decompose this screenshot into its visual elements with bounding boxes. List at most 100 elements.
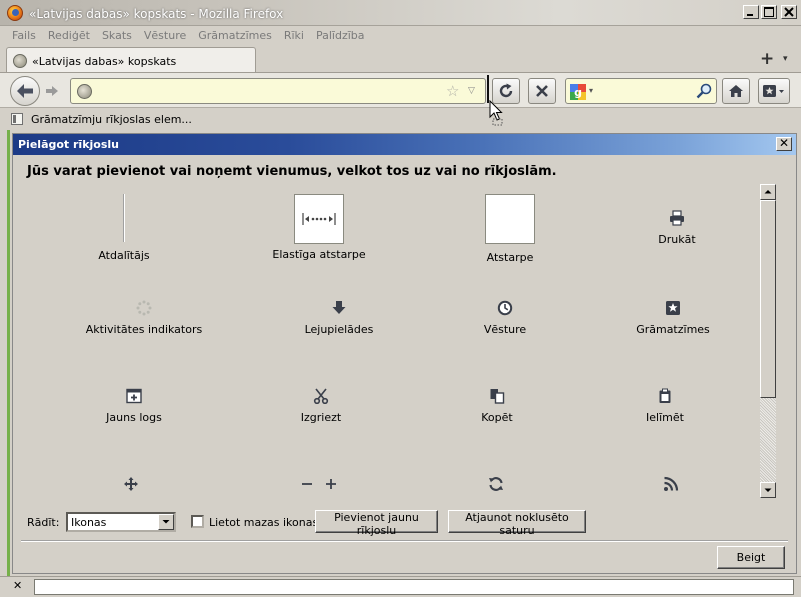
find-bar: ✕ — [0, 576, 801, 597]
findbar-close-button[interactable]: ✕ — [13, 579, 22, 592]
palette-item-bookmarks[interactable]: Grāmatzīmes — [583, 300, 759, 336]
customize-controls: Rādīt: Ikonas Lietot mazas ikonas Pievie… — [13, 510, 796, 537]
maximize-button[interactable] — [761, 5, 777, 19]
sync-icon — [489, 477, 503, 491]
bookmarks-menu-icon — [763, 85, 784, 97]
new-tab-button[interactable]: + — [760, 49, 774, 69]
print-icon — [670, 210, 684, 226]
palette-item-history[interactable]: Vēsture — [415, 300, 595, 336]
copy-icon — [490, 389, 505, 404]
url-bar[interactable]: ☆ ▽ — [70, 78, 486, 104]
palette-item-space[interactable]: Atstarpe — [420, 194, 600, 264]
palette-item-copy[interactable]: Kopēt — [407, 388, 587, 424]
drop-indicator — [487, 75, 489, 103]
palette-scrollbar[interactable] — [760, 184, 776, 498]
bookmarks-toolbar: Grāmatzīmju rīkjoslas elem... — [0, 108, 801, 130]
feed-icon — [664, 476, 679, 491]
palette-item-downloads[interactable]: Lejupielādes — [249, 300, 429, 336]
menubar: Fails Rediģēt Skats Vēsture Grāmatzīmes … — [0, 26, 801, 45]
cut-icon — [313, 388, 329, 404]
tab-list-button[interactable]: ▾ — [783, 54, 788, 64]
restore-defaults-button[interactable]: Atjaunot noklusēto saturu — [448, 510, 586, 537]
svg-text:g: g — [574, 86, 582, 99]
window-title: «Latvijas dabas» kopskats - Mozilla Fire… — [29, 7, 284, 21]
window-titlebar[interactable]: «Latvijas dabas» kopskats - Mozilla Fire… — [0, 0, 801, 26]
back-button[interactable] — [10, 76, 40, 106]
stop-icon — [536, 85, 548, 97]
menu-file[interactable]: Fails — [6, 26, 42, 45]
search-engine-dropdown-icon[interactable]: ▾ — [589, 86, 593, 95]
scroll-down-button[interactable] — [760, 482, 776, 498]
downloads-icon — [332, 301, 346, 314]
palette-item-cut[interactable]: Izgriezt — [231, 388, 411, 424]
dialog-title: Pielāgot rīkjoslu — [18, 138, 119, 151]
done-button[interactable]: Beigt — [717, 546, 785, 569]
forward-button[interactable] — [42, 82, 62, 100]
small-icons-label[interactable]: Lietot mazas ikonas — [209, 516, 318, 529]
stop-button[interactable] — [528, 78, 556, 104]
paste-icon — [659, 388, 671, 403]
find-input[interactable] — [34, 579, 794, 595]
palette-item-print[interactable]: Drukāt — [587, 210, 759, 246]
arrow-up-icon — [764, 190, 772, 194]
show-mode-dropdown-button[interactable] — [158, 514, 174, 530]
url-input[interactable] — [99, 82, 439, 100]
navigation-toolbar: ☆ ▽ g ▾ — [0, 72, 801, 108]
bookmarks-toolbar-items[interactable]: Grāmatzīmju rīkjoslas elem... — [31, 113, 192, 126]
new-window-icon — [126, 388, 142, 404]
menu-edit[interactable]: Rediģēt — [42, 26, 96, 45]
close-icon — [784, 7, 794, 17]
add-toolbar-button[interactable]: Pievienot jaunu rīkjoslu — [315, 510, 438, 537]
history-icon — [497, 300, 513, 316]
tab-strip: «Latvijas dabas» kopskats + ▾ — [0, 45, 801, 73]
palette-item-paste[interactable]: Ielīmēt — [575, 388, 755, 424]
firefox-logo-icon — [7, 5, 23, 21]
menu-history[interactable]: Vēsture — [138, 26, 192, 45]
menu-view[interactable]: Skats — [96, 26, 138, 45]
scroll-thumb[interactable] — [760, 200, 776, 398]
palette-item-feed[interactable] — [581, 476, 759, 499]
scroll-up-button[interactable] — [760, 184, 776, 200]
space-icon — [485, 194, 535, 244]
dialog-close-button[interactable]: ✕ — [776, 137, 792, 151]
palette-item-separator[interactable]: Atdalītājs — [34, 194, 214, 262]
home-button[interactable] — [722, 78, 750, 104]
dialog-titlebar[interactable]: Pielāgot rīkjoslu ✕ — [13, 134, 796, 155]
menu-bookmarks[interactable]: Grāmatzīmes — [192, 26, 278, 45]
google-search-engine-icon[interactable]: g — [570, 84, 586, 100]
mouse-cursor-icon — [489, 100, 503, 126]
palette-item-sync[interactable] — [406, 476, 586, 499]
palette-item-activity-indicator[interactable]: Aktivitātes indikators — [54, 300, 234, 336]
palette-item-zoom-controls[interactable] — [229, 476, 409, 499]
menu-help[interactable]: Palīdzība — [310, 26, 371, 45]
scroll-track[interactable] — [760, 398, 776, 482]
dialog-instruction: Jūs varat pievienot vai noņemt vienumus,… — [27, 164, 557, 179]
show-mode-select[interactable]: Ikonas — [66, 512, 176, 532]
search-input[interactable] — [599, 82, 691, 100]
palette-item-new-window[interactable]: Jauns logs — [44, 388, 224, 424]
zoom-controls-icon — [302, 479, 336, 489]
palette-item-fullscreen[interactable] — [41, 476, 221, 499]
site-identity-icon[interactable] — [77, 84, 92, 99]
minimize-button[interactable] — [743, 5, 759, 19]
url-history-dropdown-icon[interactable]: ▽ — [468, 86, 475, 96]
menu-tools[interactable]: Rīki — [278, 26, 310, 45]
bookmark-star-icon[interactable]: ☆ — [446, 82, 459, 100]
throbber-icon — [136, 300, 152, 316]
chevron-down-icon — [162, 520, 170, 524]
customize-toolbar-dialog: Pielāgot rīkjoslu ✕ Jūs varat pievienot … — [12, 133, 797, 574]
palette-item-flexible-space[interactable]: Elastīga atstarpe — [229, 194, 409, 261]
arrow-down-icon — [764, 488, 772, 492]
separator-icon — [123, 194, 125, 242]
small-icons-checkbox[interactable] — [191, 515, 204, 528]
search-magnifier-icon[interactable] — [696, 83, 712, 99]
bookmarks-menu-button[interactable] — [758, 78, 790, 104]
tab-latvijas-dabas[interactable]: «Latvijas dabas» kopskats — [6, 47, 256, 73]
window-controls — [743, 5, 797, 19]
fullscreen-icon — [124, 477, 138, 491]
site-favicon-icon — [13, 54, 27, 68]
search-bar[interactable]: g ▾ — [565, 78, 717, 104]
reload-icon — [499, 83, 513, 98]
close-window-button[interactable] — [781, 5, 797, 19]
show-mode-value: Ikonas — [71, 516, 107, 529]
